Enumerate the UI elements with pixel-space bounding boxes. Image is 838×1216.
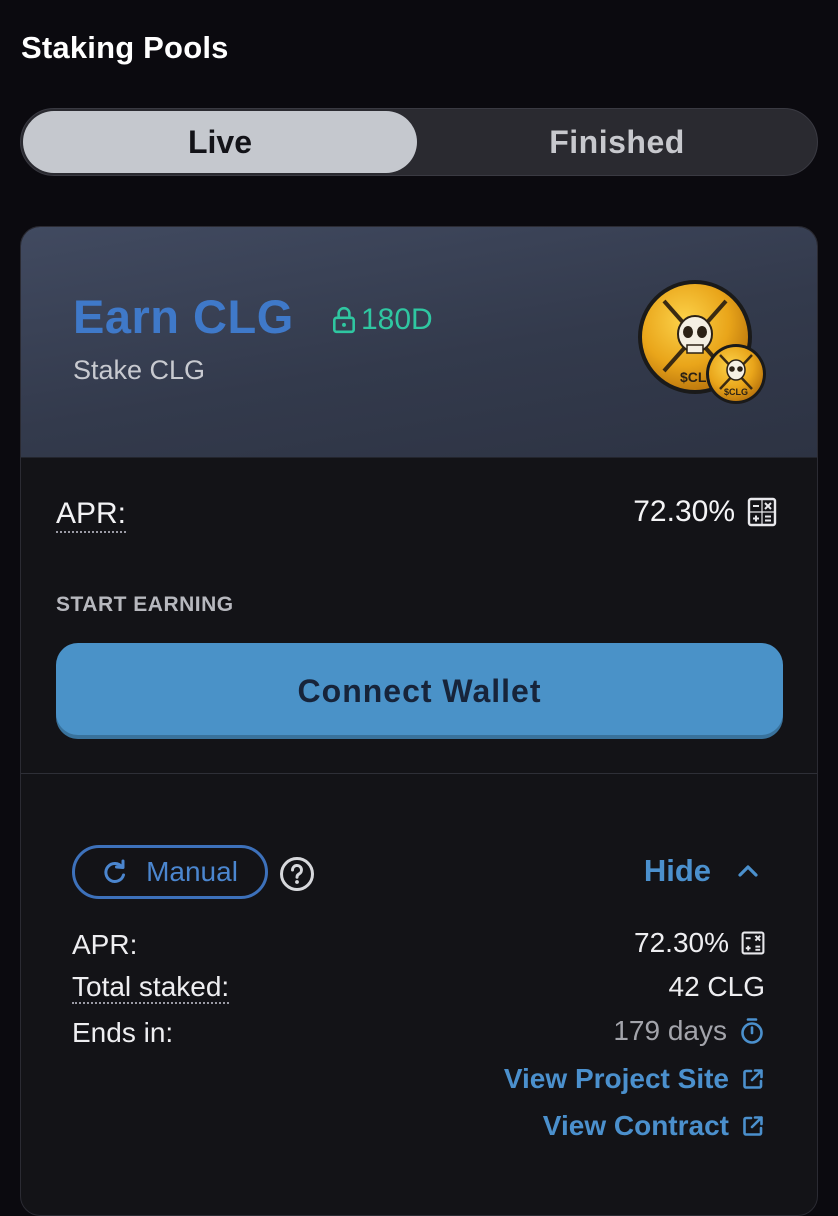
tab-finished[interactable]: Finished [419,111,815,173]
token-logo-text: $CL [680,369,707,385]
manual-label: Manual [146,856,238,887]
ends-in-value-text: 179 days [613,1015,727,1046]
refresh-icon [104,859,126,883]
lock-badge: 180D [331,303,433,337]
lock-icon [333,306,355,334]
calculator-icon[interactable] [747,497,777,527]
chevron-up-icon [738,865,758,877]
pool-subtitle: Stake CLG [73,355,206,385]
connect-wallet-button[interactable]: Connect Wallet [56,643,783,739]
view-contract-link[interactable]: View Contract [543,1110,765,1142]
ends-in-label: Ends in: [72,1017,174,1048]
live-finished-toggle: Live Finished [20,108,818,176]
details-apr-value: 72.30% [634,927,765,959]
view-project-site-link[interactable]: View Project Site [504,1063,765,1095]
tab-live[interactable]: Live [23,111,417,173]
skull-swords-token-icon: $CL $CLG [638,280,766,404]
calculator-icon[interactable] [741,931,765,955]
apr-label[interactable]: APR: [56,497,127,533]
details-apr-value-text: 72.30% [634,927,729,958]
ends-in-value: 179 days [613,1015,765,1047]
external-link-icon [743,1116,763,1136]
pool-card-header: Earn CLG 180D Stake CLG $CL $CLG [21,227,817,458]
hide-details-toggle[interactable]: Hide [644,853,759,889]
apr-value-text: 72.30% [633,495,735,528]
details-apr-label: APR: [72,929,138,960]
total-staked-value: 42 CLG [668,971,766,1002]
help-icon[interactable] [279,856,315,892]
svg-text:$CLG: $CLG [724,387,748,397]
pool-card: Earn CLG 180D Stake CLG $CL $CLG APR: 72… [20,226,818,1216]
hide-label: Hide [643,853,711,888]
start-earning-label: START EARNING [56,593,234,616]
apr-value: 72.30% [633,495,777,529]
divider [21,773,817,774]
timer-icon [741,1018,763,1044]
lock-duration: 180D [361,303,433,336]
total-staked-label[interactable]: Total staked: [72,971,230,1004]
page-title: Staking Pools [21,30,229,65]
manual-badge[interactable]: Manual [72,845,268,899]
external-link-icon [743,1069,763,1089]
pool-title: Earn CLG [73,290,294,343]
